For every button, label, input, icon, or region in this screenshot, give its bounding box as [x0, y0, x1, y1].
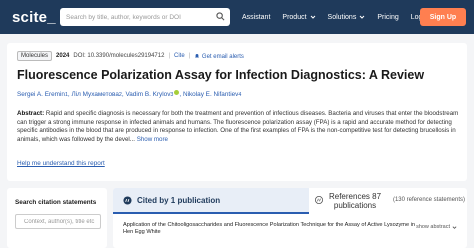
email-alerts-link[interactable]: Get email alerts [194, 53, 244, 60]
nav-links: Assistant Product Solutions Pricing Log … [242, 0, 430, 34]
quote-icon [123, 195, 132, 205]
quote-icon [315, 196, 323, 204]
publication-year: 2024 [56, 53, 70, 59]
citations-panel: Cited by 1 publication References 87 pub… [113, 188, 467, 248]
nav-solutions[interactable]: Solutions [328, 14, 366, 21]
author-link[interactable]: Nikolay E. Nifantiev 4 [183, 91, 241, 98]
show-abstract-toggle[interactable]: show abstract [416, 224, 457, 230]
tab-reference-statements[interactable]: (130 reference statements) [391, 188, 467, 214]
tab-cited-by[interactable]: Cited by 1 publication [113, 188, 309, 214]
citation-tabs: Cited by 1 publication References 87 pub… [113, 188, 467, 214]
nav-assistant[interactable]: Assistant [242, 14, 270, 21]
chevron-down-icon [452, 225, 457, 229]
scite-logo[interactable]: scite_ [12, 9, 56, 26]
author-link[interactable]: Лiл Мухаметова 2 [71, 91, 121, 98]
signup-button[interactable]: Sign Up [420, 8, 466, 26]
divider: | [168, 53, 171, 59]
abstract: Abstract: Rapid and specific diagnosis i… [17, 110, 459, 144]
chevron-down-icon [310, 15, 315, 19]
bell-icon [195, 53, 200, 57]
chevron-down-icon [359, 15, 365, 19]
help-understand-link[interactable]: Help me understand this report [17, 160, 105, 167]
citation-search-panel: Search citation statements [7, 188, 107, 248]
result-title[interactable]: Application of the Chitooligosaccharides… [123, 222, 415, 235]
author-link[interactable]: Vadim B. Krylov 3 [125, 90, 180, 98]
list-item[interactable]: Application of the Chitooligosaccharides… [123, 222, 423, 236]
abstract-text: Rapid and specific diagnosis is necessar… [17, 110, 459, 143]
tab-references[interactable]: References 87 publications [309, 188, 391, 214]
cite-link[interactable]: Cite [174, 53, 185, 59]
author-list: Sergei A. Eremin 1 , Лiл Мухаметова 2 , Va… [17, 90, 241, 98]
search-box[interactable] [60, 8, 230, 26]
abstract-label: Abstract: [17, 110, 45, 117]
citation-search-heading: Search citation statements [15, 199, 97, 206]
author-link[interactable]: Sergei A. Eremin 1 [17, 91, 68, 98]
doi-text[interactable]: DOI: 10.3390/molecules29194712 [73, 53, 164, 59]
divider: | [188, 53, 191, 59]
paper-title: Fluorescence Polarization Assay for Infe… [17, 68, 425, 82]
citation-search-input[interactable] [15, 214, 101, 229]
show-more-link[interactable]: Show more [137, 136, 168, 143]
top-nav: scite_ Assistant Product Solutions Prici… [0, 0, 474, 34]
nav-product[interactable]: Product [282, 14, 315, 21]
search-input[interactable] [66, 13, 211, 21]
paper-meta: Molecules 2024 DOI: 10.3390/molecules291… [17, 51, 244, 61]
paper-card: Molecules 2024 DOI: 10.3390/molecules291… [7, 43, 467, 181]
search-icon[interactable] [216, 12, 225, 21]
journal-badge[interactable]: Molecules [17, 51, 53, 61]
nav-pricing[interactable]: Pricing [377, 14, 398, 21]
